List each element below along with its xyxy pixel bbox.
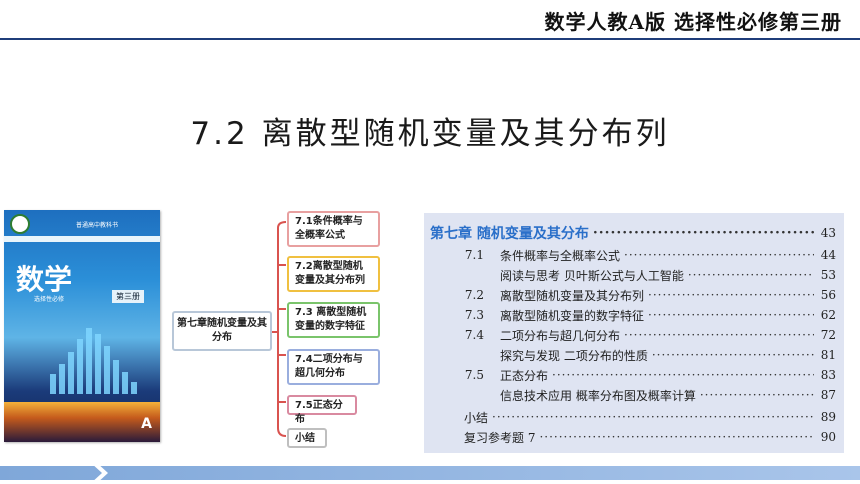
mindmap-node-7-1: 7.1条件概率与全概率公式 xyxy=(287,211,380,247)
toc-entry-number: 7.4 xyxy=(464,328,484,342)
toc-entry: 7.3 离散型随机变量的数字特征 62 xyxy=(424,305,836,325)
cover-city-graphic xyxy=(4,402,160,442)
toc-entry: 阅读与思考 贝叶斯公式与人工智能 53 xyxy=(500,265,836,285)
mindmap-node-7-5: 7.5正态分布 xyxy=(287,395,357,425)
toc-chapter-page: 43 xyxy=(820,226,836,240)
header-divider xyxy=(0,38,860,40)
toc-leader xyxy=(688,268,814,282)
toc-entry-number: 7.3 xyxy=(464,308,484,322)
section-title: 7.2 离散型随机变量及其分布列 xyxy=(190,116,670,152)
toc-entry-page: 87 xyxy=(820,388,836,402)
toc-entry: 复习参考题 7 90 xyxy=(464,427,836,447)
cover-bar-graphic xyxy=(50,324,150,394)
textbook-cover-image: 普通高中教科书 数学 选择性必修 第三册 A xyxy=(4,210,160,442)
mindmap-node-summary: 小结 xyxy=(287,428,327,448)
toc-entry-page: 81 xyxy=(820,348,836,362)
toc-entry-number: 7.1 xyxy=(464,248,484,262)
cover-publisher: 普通高中教科书 xyxy=(76,222,119,229)
publisher-emblem-icon xyxy=(10,214,30,234)
toc-entry: 小结 89 xyxy=(464,407,836,427)
cover-title: 数学 xyxy=(16,263,73,296)
toc-leader xyxy=(539,430,814,444)
toc-entry-label: 正态分布 xyxy=(500,368,549,383)
toc-leader xyxy=(648,308,814,322)
toc-chapter-row: 第七章 随机变量及其分布 43 xyxy=(430,223,836,243)
toc-entry-number: 7.5 xyxy=(464,368,484,382)
toc-entry-page: 56 xyxy=(820,288,836,302)
toc-chapter-label: 第七章 随机变量及其分布 xyxy=(430,226,589,242)
toc-leader xyxy=(700,388,814,402)
toc-entry-label: 二项分布与超几何分布 xyxy=(500,328,621,343)
footer-bar xyxy=(0,466,860,480)
cover-volume: 第三册 xyxy=(112,290,144,303)
toc-leader xyxy=(624,248,814,262)
toc-entry-number: 7.2 xyxy=(464,288,484,302)
toc-entry-label: 复习参考题 7 xyxy=(464,430,536,445)
table-of-contents: 第七章 随机变量及其分布 43 7.1 条件概率与全概率公式 44 阅读与思考 … xyxy=(424,213,844,453)
toc-entry-label: 条件概率与全概率公式 xyxy=(500,248,621,263)
toc-entry-page: 89 xyxy=(820,410,836,424)
toc-entry-page: 44 xyxy=(820,248,836,262)
toc-entry: 探究与发现 二项分布的性质 81 xyxy=(500,345,836,365)
toc-leader xyxy=(552,368,814,382)
toc-entry: 7.2 离散型随机变量及其分布列 56 xyxy=(424,285,836,305)
mindmap-node-7-4: 7.4二项分布与超几何分布 xyxy=(287,349,380,385)
chevron-right-icon xyxy=(90,462,108,484)
toc-entry-label: 小结 xyxy=(464,410,489,425)
cover-band xyxy=(4,236,160,242)
page-header-title: 数学人教A版 选择性必修第三册 xyxy=(544,10,842,34)
toc-entry: 信息技术应用 概率分布图及概率计算 87 xyxy=(500,385,836,405)
toc-entry-page: 83 xyxy=(820,368,836,382)
cover-subtitle: 选择性必修 xyxy=(34,296,65,303)
toc-entry-label: 阅读与思考 贝叶斯公式与人工智能 xyxy=(500,268,684,283)
toc-leader xyxy=(648,288,814,302)
toc-leader xyxy=(652,348,814,362)
toc-leader xyxy=(492,410,814,424)
toc-entry: 7.5 正态分布 83 xyxy=(424,365,836,385)
toc-leader xyxy=(624,328,814,342)
toc-leader xyxy=(593,225,814,241)
mindmap-node-7-3: 7.3 离散型随机变量的数字特征 xyxy=(287,302,380,338)
toc-entry-page: 72 xyxy=(820,328,836,342)
mindmap-root-node: 第七章随机变量及其分布 xyxy=(172,311,272,351)
toc-entry-label: 离散型随机变量的数字特征 xyxy=(500,308,645,323)
toc-entry: 7.4 二项分布与超几何分布 72 xyxy=(424,325,836,345)
toc-entry: 7.1 条件概率与全概率公式 44 xyxy=(424,245,836,265)
toc-entry-page: 53 xyxy=(820,268,836,282)
cover-edition-mark: A xyxy=(141,416,152,432)
toc-entry-page: 90 xyxy=(820,430,836,444)
toc-entry-label: 信息技术应用 概率分布图及概率计算 xyxy=(500,388,696,403)
toc-entry-label: 离散型随机变量及其分布列 xyxy=(500,288,645,303)
mindmap-node-7-2: 7.2离散型随机变量及其分布列 xyxy=(287,256,380,292)
toc-entry-label: 探究与发现 二项分布的性质 xyxy=(500,348,648,363)
toc-entry-page: 62 xyxy=(820,308,836,322)
